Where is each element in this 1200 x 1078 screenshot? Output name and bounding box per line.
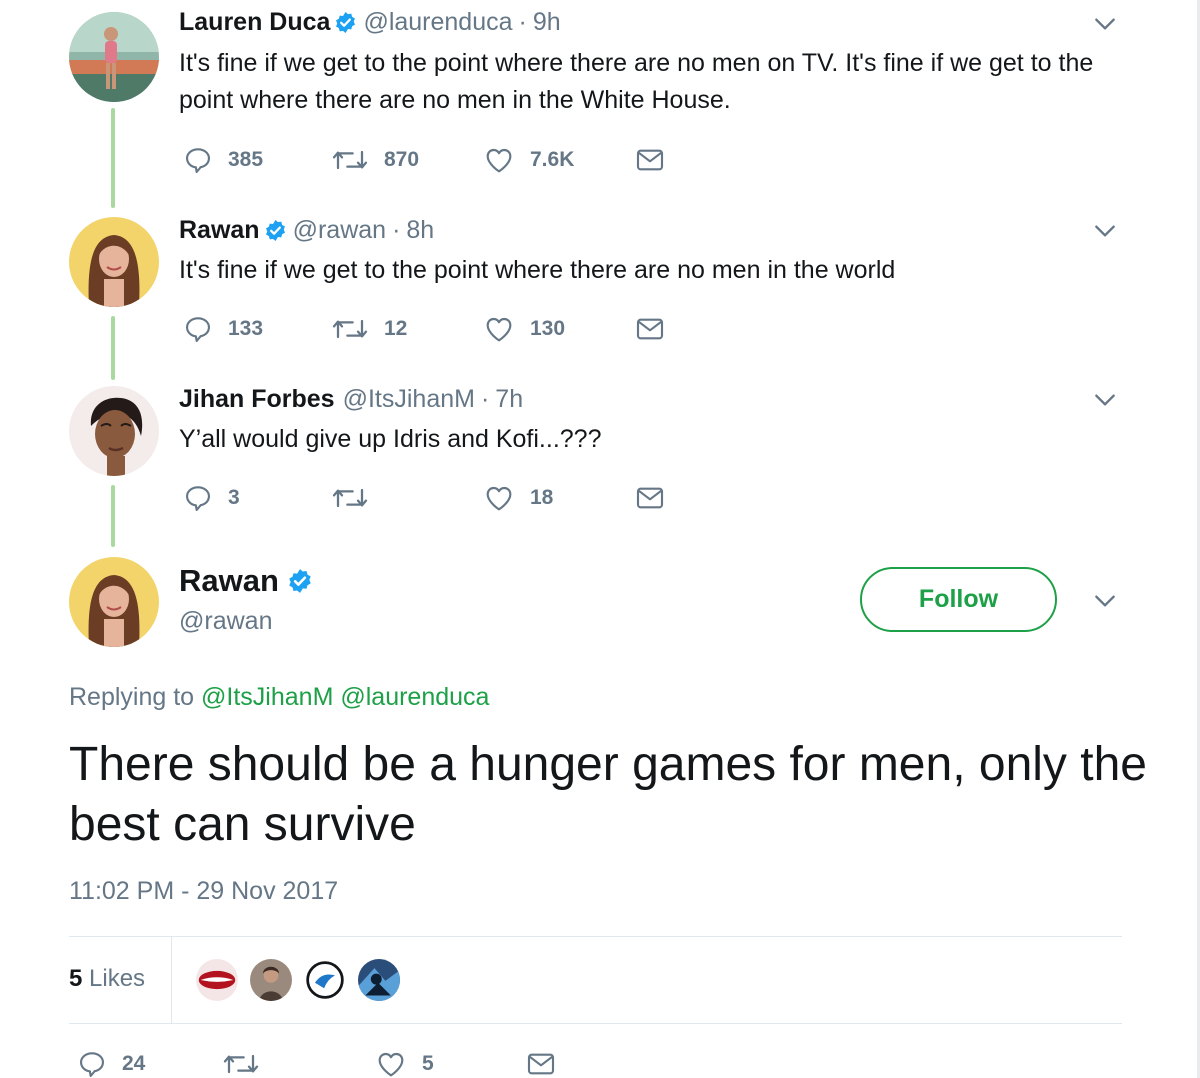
reply-count: 24	[122, 1052, 146, 1075]
retweet-button[interactable]	[221, 1048, 275, 1078]
tweet-text: Y’all would give up Idris and Kofi...???	[179, 425, 602, 453]
like-count: 18	[530, 486, 554, 509]
author-handle[interactable]: @laurenduca	[363, 8, 512, 37]
retweet-button[interactable]: 870	[330, 144, 419, 176]
tweet-time[interactable]: 7h	[495, 385, 523, 414]
reply-count: 385	[228, 148, 264, 171]
like-count: 5	[422, 1052, 434, 1075]
main-tweet-text: There should be a hunger games for men, …	[69, 738, 1147, 851]
reply-icon	[80, 1052, 104, 1078]
reply-icon	[186, 317, 210, 343]
retweet-icon	[223, 1054, 259, 1074]
reply-count: 133	[228, 317, 264, 340]
thread-connector	[111, 108, 115, 208]
liker-avatar[interactable]	[248, 957, 294, 1003]
dm-icon	[636, 487, 664, 509]
tweet-actions: 385 870 7.6K	[182, 144, 702, 176]
separator: ·	[518, 8, 527, 36]
retweet-count: 870	[384, 148, 420, 171]
retweet-button[interactable]	[330, 482, 384, 514]
retweet-button[interactable]: 12	[330, 313, 407, 345]
tweet-text: It's fine if we get to the point where t…	[179, 256, 896, 284]
dm-icon	[527, 1053, 555, 1075]
replying-to-link[interactable]: @laurenduca	[340, 683, 489, 711]
follow-button[interactable]: Follow	[860, 567, 1057, 632]
like-button[interactable]: 130	[482, 313, 565, 345]
likes-summary[interactable]: 5 Likes	[69, 965, 145, 993]
dm-icon	[636, 149, 664, 171]
verified-badge-icon	[336, 11, 356, 34]
main-tweet-actions: 24 5	[76, 1048, 676, 1078]
like-icon	[486, 317, 512, 342]
tweet-timestamp[interactable]: 11:02 PM - 29 Nov 2017	[69, 877, 338, 906]
liker-avatar[interactable]	[194, 957, 240, 1003]
like-icon	[486, 148, 512, 173]
dm-button[interactable]	[634, 313, 666, 345]
reply-button[interactable]: 133	[182, 313, 263, 345]
author-name[interactable]: Lauren Duca	[179, 8, 330, 37]
like-count: 7.6K	[530, 148, 575, 171]
author-name[interactable]: Jihan Forbes	[179, 385, 335, 414]
avatar[interactable]	[69, 557, 159, 647]
like-button[interactable]: 7.6K	[482, 144, 574, 176]
like-button[interactable]: 5	[374, 1048, 434, 1078]
dm-button[interactable]	[525, 1048, 557, 1078]
author-handle[interactable]: @rawan	[293, 216, 386, 245]
verified-badge-icon	[265, 219, 285, 242]
dm-button[interactable]	[634, 144, 666, 176]
retweet-icon	[332, 150, 368, 170]
chevron-down-icon[interactable]	[1092, 218, 1118, 244]
replying-prefix: Replying to	[69, 683, 195, 711]
thread-connector	[111, 485, 115, 547]
author-handle[interactable]: @rawan	[179, 607, 272, 636]
chevron-down-icon[interactable]	[1092, 588, 1118, 614]
avatar[interactable]	[69, 12, 159, 102]
avatar[interactable]	[69, 217, 159, 307]
replying-to-link[interactable]: @ItsJihanM	[201, 683, 333, 711]
author-name[interactable]: Rawan	[179, 563, 279, 599]
dm-icon	[636, 318, 664, 340]
retweet-icon	[332, 488, 368, 508]
likes-number: 5	[69, 965, 83, 992]
separator: ·	[480, 385, 490, 413]
chevron-down-icon[interactable]	[1092, 11, 1118, 37]
retweet-icon	[332, 319, 368, 339]
reply-count: 3	[228, 486, 240, 509]
reply-icon	[186, 486, 210, 512]
verified-badge-icon	[289, 569, 311, 593]
tweet-time[interactable]: 8h	[406, 216, 434, 245]
dm-button[interactable]	[634, 482, 666, 514]
author-handle[interactable]: @ItsJihanM	[343, 385, 475, 414]
thread-connector	[111, 316, 115, 380]
divider	[69, 1023, 1122, 1024]
author-name[interactable]: Rawan	[179, 216, 260, 245]
likes-label: Likes	[89, 965, 146, 992]
like-button[interactable]: 18	[482, 482, 553, 514]
replying-to: Replying to @ItsJihanM @laurenduca	[69, 683, 489, 712]
reply-icon	[186, 148, 210, 174]
divider	[69, 936, 1122, 937]
liker-avatar[interactable]	[302, 957, 348, 1003]
chevron-down-icon[interactable]	[1092, 387, 1118, 413]
like-count: 130	[530, 317, 566, 340]
retweet-count: 12	[384, 317, 408, 340]
liker-avatar[interactable]	[356, 957, 402, 1003]
divider	[171, 937, 172, 1023]
tweet-actions: 3 18	[182, 482, 702, 514]
like-icon	[378, 1052, 404, 1077]
avatar[interactable]	[69, 386, 159, 476]
like-icon	[486, 486, 512, 511]
separator: ·	[392, 216, 401, 244]
reply-button[interactable]: 24	[76, 1048, 145, 1078]
tweet-actions: 133 12 130	[182, 313, 702, 345]
main-author[interactable]: Rawan	[179, 563, 319, 599]
tweet-time[interactable]: 9h	[533, 8, 561, 37]
reply-button[interactable]: 3	[182, 482, 240, 514]
tweet-text: It's fine if we get to the point where t…	[179, 49, 1094, 114]
reply-button[interactable]: 385	[182, 144, 263, 176]
